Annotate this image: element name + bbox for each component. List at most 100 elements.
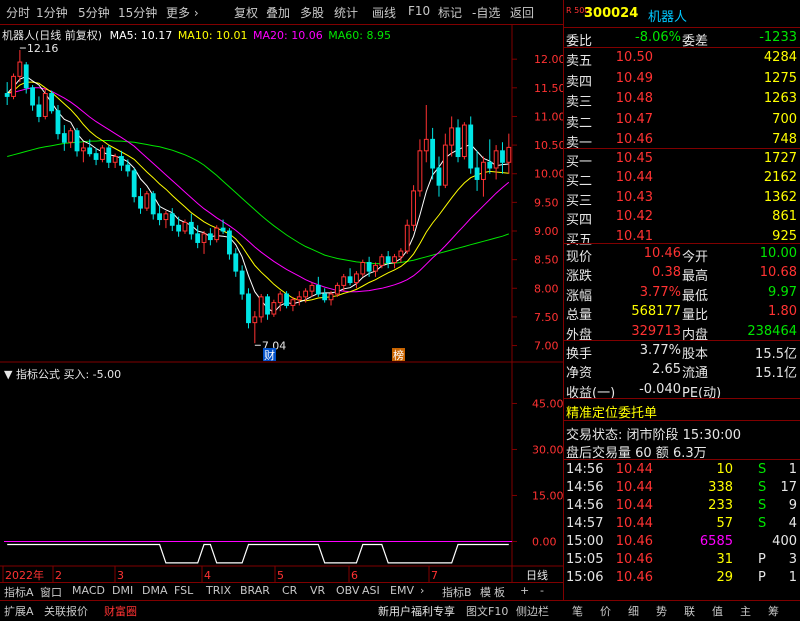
status-right-5[interactable]: 细: [628, 603, 639, 619]
status-right-3[interactable]: 笔: [572, 603, 583, 619]
status-right-1[interactable]: 图文F10: [466, 603, 508, 619]
weibi-row: 委比 -8.06% 委差 -1233: [564, 28, 800, 49]
candle-body: [436, 167, 442, 186]
status-left-0[interactable]: 扩展A: [4, 603, 34, 619]
candle-body: [68, 130, 74, 143]
tick-volume: 10: [716, 462, 733, 477]
indicator-tab-14[interactable]: 指标B: [442, 584, 472, 600]
stat-value: 9.97: [768, 284, 797, 300]
candle-body: [252, 316, 258, 324]
tick-price: 10.44: [615, 462, 653, 477]
sell-vol: 748: [772, 132, 797, 147]
status-right-4[interactable]: 价: [600, 603, 611, 619]
candle: [233, 248, 239, 277]
ma10-label: MA10: 10.01: [177, 29, 248, 42]
dropdown-icon[interactable]: ▼: [4, 368, 12, 381]
candle-body: [417, 150, 423, 192]
indicator-tab-2[interactable]: MACD: [72, 584, 105, 597]
status-right-8[interactable]: 值: [712, 603, 723, 619]
candle-body: [379, 256, 385, 266]
indicator-tab-7[interactable]: BRAR: [240, 584, 270, 597]
candle: [468, 116, 474, 174]
toolbar-item-10[interactable]: F10: [408, 4, 430, 18]
candle: [277, 291, 283, 312]
status-right-6[interactable]: 势: [656, 603, 667, 619]
tick-side: S: [758, 516, 767, 531]
toolbar-item-2[interactable]: 5分钟: [78, 4, 110, 21]
stat-label: 总量: [566, 308, 593, 324]
status-right-10[interactable]: 筹: [768, 603, 779, 619]
toolbar-item-7[interactable]: 多股: [300, 4, 324, 21]
candle: [163, 210, 169, 229]
stat-value: 568177: [631, 304, 681, 320]
candle-body: [430, 138, 436, 169]
indicator-tab-9[interactable]: VR: [310, 584, 325, 597]
tick-price: 10.46: [615, 552, 653, 567]
toolbar-item-0[interactable]: 分时: [6, 4, 30, 21]
candle-body: [468, 124, 474, 169]
indicator-header[interactable]: ▼ 指标公式 买入: -5.00: [4, 366, 121, 382]
status-left-1[interactable]: 关联报价: [44, 603, 88, 619]
tick-volume: 233: [708, 498, 733, 513]
toolbar-item-1[interactable]: 1分钟: [36, 4, 68, 21]
after-hours-row: 盘后交易量 60 额 6.3万: [564, 440, 800, 461]
indicator-tab-12[interactable]: EMV: [390, 584, 414, 597]
candle-body: [214, 227, 220, 241]
candle-body: [265, 296, 270, 315]
indicator-tab-10[interactable]: OBV: [336, 584, 359, 597]
stock-code: 300024: [584, 6, 639, 21]
toolbar-item-12[interactable]: -自选: [472, 4, 500, 21]
indicator-tab-4[interactable]: DMA: [142, 584, 168, 597]
indicator-tab-1[interactable]: 窗口: [40, 584, 62, 600]
candle: [385, 251, 391, 269]
indicator-tab-6[interactable]: TRIX: [206, 584, 231, 597]
trade-status-row: 交易状态: 闭市阶段 15:30:00: [564, 422, 800, 443]
tick-side: P: [758, 552, 766, 567]
indicator-tab-16[interactable]: 板: [494, 584, 505, 600]
candle-body: [163, 213, 169, 221]
toolbar-item-8[interactable]: 统计: [334, 4, 358, 21]
candle: [68, 127, 74, 148]
candle-body: [404, 224, 410, 252]
indicator-tab-13[interactable]: ›: [420, 584, 424, 597]
candle-body: [493, 150, 499, 169]
tick-row: 15:05 10.46 31 P 3: [564, 550, 800, 570]
indicator-tab-0[interactable]: 指标A: [4, 584, 34, 600]
stat-row: 现价 10.46 今开 10.00: [564, 244, 800, 265]
kline-chart[interactable]: 12.00 11.50 11.00 10.50 10.00 9.50 9.00 8.50 8.0…: [0, 0, 563, 582]
status-right-2[interactable]: 侧边栏: [516, 603, 549, 619]
candle: [474, 150, 480, 191]
high-label: 12.16: [27, 42, 59, 55]
candle-body: [106, 147, 112, 163]
status-right-9[interactable]: 主: [740, 603, 751, 619]
chart-stock-name: 机器人: [2, 29, 35, 42]
status-right-0[interactable]: 新用户福利专享: [378, 603, 455, 619]
candle-body: [93, 153, 99, 160]
toolbar-item-3[interactable]: 15分钟: [118, 4, 157, 21]
status-right-7[interactable]: 联: [684, 603, 695, 619]
toolbar-item-9[interactable]: 画线: [372, 4, 396, 21]
toolbar-item-6[interactable]: 叠加: [266, 4, 290, 21]
price-tick-label: 8.50: [534, 254, 559, 267]
indicator-title: 指标公式: [15, 368, 60, 381]
status-left-2[interactable]: 财富圈: [104, 603, 137, 619]
toolbar-item-13[interactable]: 返回: [510, 4, 534, 21]
indicator-tab-8[interactable]: CR: [282, 584, 297, 597]
toolbar-item-4[interactable]: 更多 ›: [166, 4, 199, 21]
buy-row: 买一 10.45 1727: [564, 149, 800, 170]
buy-label: 买四: [566, 213, 593, 229]
toolbar-item-5[interactable]: 复权: [234, 4, 258, 21]
buy-vol: 861: [772, 209, 797, 225]
candle: [131, 168, 137, 203]
indicator-tab-15[interactable]: 模: [480, 584, 491, 600]
indicator-tab-3[interactable]: DMI: [112, 584, 133, 597]
candle: [436, 156, 442, 197]
indicator-tab-5[interactable]: FSL: [174, 584, 193, 597]
candle: [423, 105, 429, 163]
candle-body: [271, 302, 277, 315]
toolbar-item-11[interactable]: 标记: [438, 4, 462, 21]
indicator-tab-17[interactable]: +: [520, 584, 529, 597]
indicator-tab-11[interactable]: ASI: [362, 584, 380, 597]
tick-count: 4: [788, 516, 797, 531]
indicator-tab-18[interactable]: -: [540, 584, 544, 597]
